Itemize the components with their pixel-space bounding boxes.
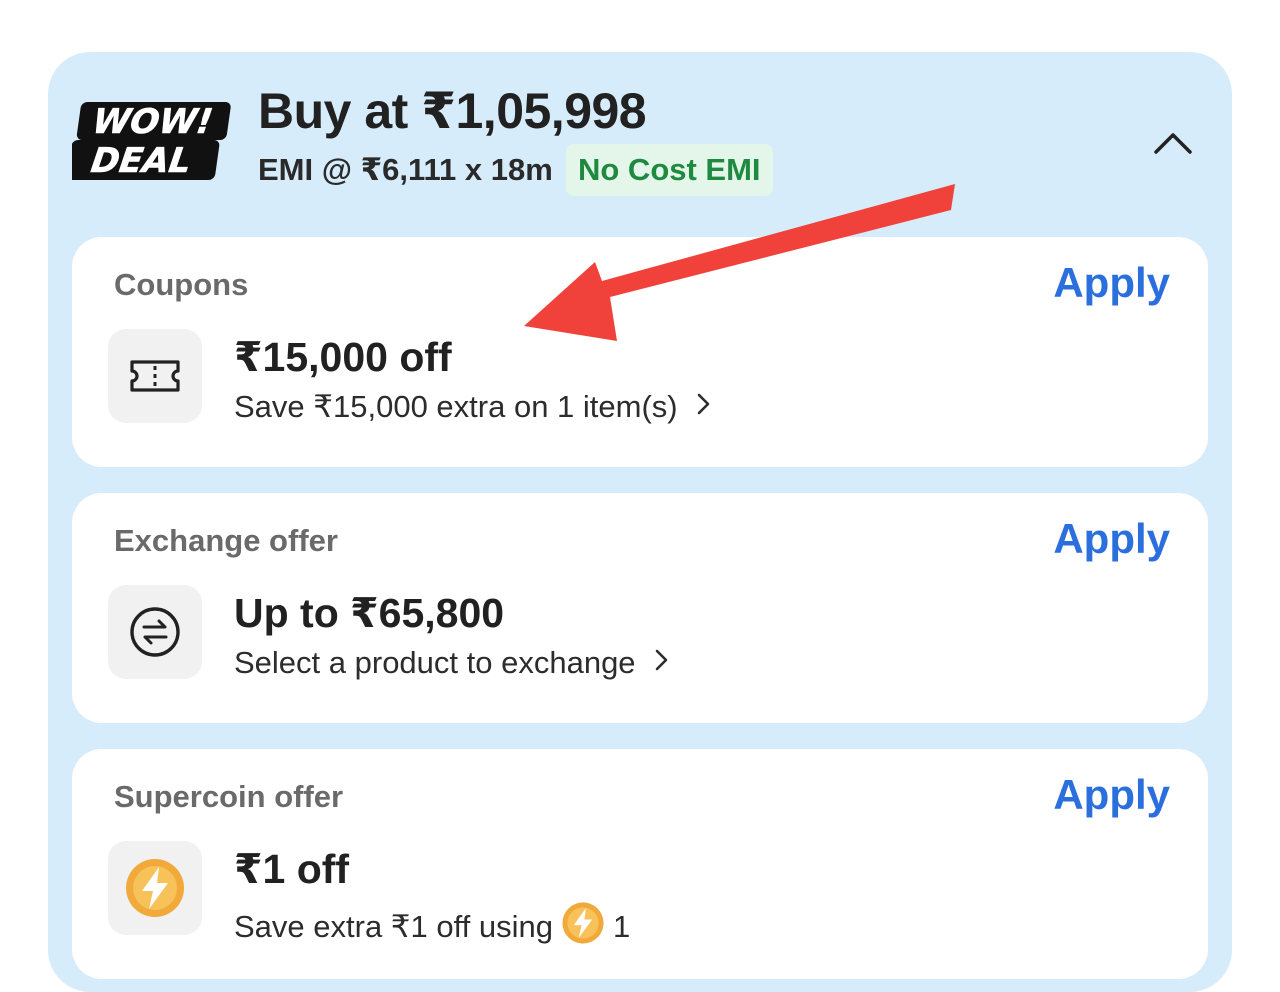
supercoin-amount: ₹1 off (234, 846, 350, 892)
supercoin-card: Supercoin offer Apply ₹1 off Save extra … (72, 749, 1208, 979)
wow-deal-logo: WOW! DEAL (72, 102, 231, 181)
exchange-amount: Up to ₹65,800 (234, 590, 505, 636)
chevron-right-icon (696, 389, 712, 425)
no-cost-emi-badge: No Cost EMI (566, 144, 773, 196)
chevron-up-icon[interactable] (1150, 124, 1196, 160)
section-title: Supercoin offer (114, 779, 344, 814)
supercoin-count: 1 (613, 909, 631, 944)
ticket-icon (108, 329, 202, 423)
supercoin-subtext: Save extra ₹1 off using (234, 909, 554, 944)
coupon-subtext: Save ₹15,000 extra on 1 item(s) (234, 389, 678, 424)
exchange-subtext: Select a product to exchange (234, 645, 636, 680)
exchange-card: Exchange offer Apply Up to ₹65,800 Selec… (72, 493, 1208, 723)
supercoin-icon (108, 841, 202, 935)
supercoin-icon (561, 901, 605, 953)
apply-exchange-button[interactable]: Apply (1053, 515, 1170, 563)
coupon-amount: ₹15,000 off (234, 334, 452, 380)
chevron-right-icon (654, 645, 670, 681)
deal-price: Buy at ₹1,05,998 (258, 83, 647, 139)
supercoin-details: Save extra ₹1 off using 1 (234, 901, 630, 953)
coupons-card: Coupons Apply ₹15,000 off Save ₹15,000 e… (72, 237, 1208, 467)
coupon-details-link[interactable]: Save ₹15,000 extra on 1 item(s) (234, 389, 712, 425)
exchange-icon (108, 585, 202, 679)
section-title: Exchange offer (114, 523, 338, 558)
svg-text:DEAL: DEAL (89, 141, 194, 181)
apply-coupon-button[interactable]: Apply (1053, 259, 1170, 307)
exchange-details-link[interactable]: Select a product to exchange (234, 645, 670, 681)
apply-supercoin-button[interactable]: Apply (1053, 771, 1170, 819)
emi-text: EMI @ ₹6,111 x 18m (258, 152, 553, 187)
svg-text:WOW!: WOW! (90, 102, 215, 142)
section-title: Coupons (114, 267, 249, 302)
